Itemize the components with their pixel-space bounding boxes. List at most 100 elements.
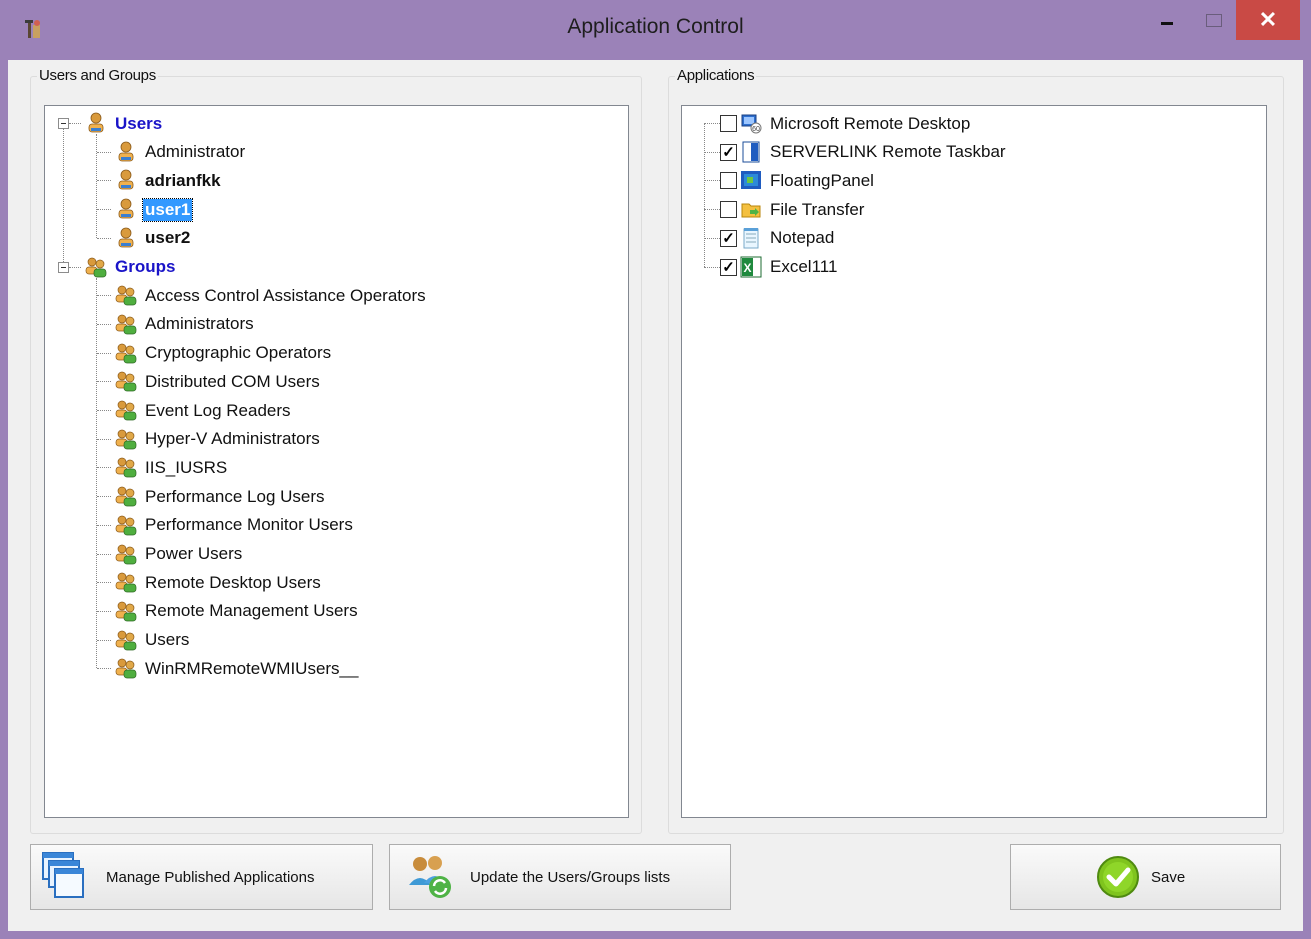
node-label: IIS_IUSRS bbox=[145, 457, 228, 477]
save-button-label: Save bbox=[1151, 868, 1186, 886]
app-checkbox[interactable] bbox=[720, 201, 737, 219]
node-label: Hyper-V Administrators bbox=[145, 429, 320, 449]
app-item[interactable]: File Transfer bbox=[740, 196, 866, 222]
close-icon: ✕ bbox=[1258, 7, 1278, 32]
node-label: Performance Monitor Users bbox=[145, 515, 353, 535]
node-label: Access Control Assistance Operators bbox=[145, 285, 426, 305]
users-groups-label: Users and Groups bbox=[37, 67, 158, 84]
tree-node-group[interactable]: Remote Desktop Users bbox=[115, 569, 323, 595]
app-label: Notepad bbox=[770, 228, 835, 248]
tree-node-group[interactable]: Hyper-V Administrators bbox=[115, 426, 322, 452]
remote-desktop-icon: 60 bbox=[740, 112, 762, 134]
tree-node-group[interactable]: Event Log Readers bbox=[115, 397, 293, 423]
group-icon bbox=[115, 342, 137, 364]
window-client: Users and Groups Users Administrator adria… bbox=[8, 60, 1303, 931]
window-title: Application Control bbox=[567, 15, 744, 38]
tree-node-group[interactable]: Distributed COM Users bbox=[115, 368, 322, 394]
app-item[interactable]: Notepad bbox=[740, 225, 836, 251]
user-icon bbox=[115, 198, 137, 220]
user-icon bbox=[85, 112, 107, 134]
app-checkbox[interactable]: ✓ bbox=[720, 143, 737, 161]
node-label: Remote Desktop Users bbox=[145, 572, 321, 592]
group-icon bbox=[85, 256, 107, 278]
applications-label: Applications bbox=[675, 67, 757, 84]
node-label: Administrator bbox=[145, 142, 246, 162]
applications-panel: Applications 60 Microsoft Remote Desktop ✓… bbox=[668, 67, 1284, 834]
applications-list[interactable]: 60 Microsoft Remote Desktop ✓ SERVERLINK Re… bbox=[681, 105, 1267, 818]
node-label: Cryptographic Operators bbox=[145, 343, 332, 363]
notepad-icon bbox=[740, 227, 762, 249]
file-transfer-icon bbox=[740, 198, 762, 220]
taskbar-icon bbox=[740, 141, 762, 163]
app-label: FloatingPanel bbox=[770, 170, 874, 190]
node-label: Power Users bbox=[145, 544, 243, 564]
app-checkbox[interactable]: ✓ bbox=[720, 258, 737, 276]
app-label: SERVERLINK Remote Taskbar bbox=[770, 142, 1006, 162]
group-icon bbox=[115, 370, 137, 392]
group-icon bbox=[115, 313, 137, 335]
svg-text:X: X bbox=[743, 261, 751, 275]
node-label: Event Log Readers bbox=[145, 400, 291, 420]
maximize-button[interactable] bbox=[1191, 0, 1237, 40]
users-groups-panel: Users and Groups Users Administrator adria… bbox=[30, 67, 642, 834]
groups-collapse-toggle[interactable] bbox=[58, 261, 69, 273]
tree-node-group[interactable]: Access Control Assistance Operators bbox=[115, 282, 428, 308]
tree-node-user[interactable]: adrianfkk bbox=[115, 167, 223, 193]
tree-node-group[interactable]: Performance Log Users bbox=[115, 483, 327, 509]
tree-node-group[interactable]: Cryptographic Operators bbox=[115, 340, 333, 366]
update-button-label: Update the Users/Groups lists bbox=[470, 868, 671, 886]
node-label: Users bbox=[115, 113, 163, 133]
minimize-button[interactable] bbox=[1145, 0, 1191, 40]
manage-button-label: Manage Published Applications bbox=[106, 868, 315, 886]
floating-panel-icon bbox=[740, 169, 762, 191]
app-item[interactable]: FloatingPanel bbox=[740, 167, 876, 193]
save-button[interactable]: Save bbox=[1010, 844, 1281, 910]
group-icon bbox=[115, 657, 137, 679]
node-label: Users bbox=[145, 630, 190, 650]
svg-text:60: 60 bbox=[752, 126, 760, 133]
excel-icon: X bbox=[740, 256, 762, 278]
group-icon bbox=[115, 399, 137, 421]
node-label: user1 bbox=[141, 197, 194, 222]
app-label: File Transfer bbox=[770, 199, 865, 219]
group-icon bbox=[115, 485, 137, 507]
tree-node-group[interactable]: Administrators bbox=[115, 311, 256, 337]
update-users-groups-button[interactable]: Update the Users/Groups lists bbox=[389, 844, 731, 910]
app-checkbox[interactable]: ✓ bbox=[720, 229, 737, 247]
group-icon bbox=[115, 600, 137, 622]
tree-node-user[interactable]: Administrator bbox=[115, 139, 247, 165]
tree-node-user[interactable]: user2 bbox=[115, 225, 192, 251]
users-groups-tree[interactable]: Users Administrator adrianfkk user1 user2 Gro… bbox=[44, 105, 629, 818]
app-item[interactable]: 60 Microsoft Remote Desktop bbox=[740, 110, 972, 136]
group-icon bbox=[115, 284, 137, 306]
node-label: Distributed COM Users bbox=[145, 371, 320, 391]
group-icon bbox=[115, 629, 137, 651]
app-label: Excel111 bbox=[770, 257, 838, 277]
group-icon bbox=[115, 514, 137, 536]
group-icon bbox=[115, 428, 137, 450]
title-bar[interactable]: Application Control ✕ bbox=[0, 0, 1311, 60]
app-item[interactable]: X Excel111 bbox=[740, 254, 839, 280]
app-checkbox[interactable] bbox=[720, 115, 737, 132]
tree-node-group[interactable]: Performance Monitor Users bbox=[115, 512, 355, 538]
tree-node-groups-root[interactable]: Groups bbox=[85, 254, 177, 280]
group-icon bbox=[115, 543, 137, 565]
node-label: Administrators bbox=[145, 314, 254, 334]
group-icon bbox=[115, 571, 137, 593]
tree-node-group[interactable]: WinRMRemoteWMIUsers__ bbox=[115, 655, 360, 681]
close-button[interactable]: ✕ bbox=[1236, 0, 1300, 40]
node-label: Remote Management Users bbox=[145, 601, 358, 621]
users-refresh-icon bbox=[409, 856, 451, 898]
tree-node-group[interactable]: Power Users bbox=[115, 541, 244, 567]
app-checkbox[interactable] bbox=[720, 172, 737, 190]
tree-node-group[interactable]: Remote Management Users bbox=[115, 598, 360, 624]
manage-published-applications-button[interactable]: Manage Published Applications bbox=[30, 844, 373, 910]
tree-node-group[interactable]: IIS_IUSRS bbox=[115, 454, 229, 480]
tree-node-users-root[interactable]: Users bbox=[85, 110, 164, 136]
windows-stack-icon bbox=[42, 852, 84, 898]
user-icon bbox=[115, 141, 137, 163]
app-item[interactable]: SERVERLINK Remote Taskbar bbox=[740, 139, 1008, 165]
tree-node-group[interactable]: Users bbox=[115, 627, 191, 653]
tree-node-user[interactable]: user1 bbox=[115, 196, 194, 222]
node-label: adrianfkk bbox=[145, 170, 221, 190]
